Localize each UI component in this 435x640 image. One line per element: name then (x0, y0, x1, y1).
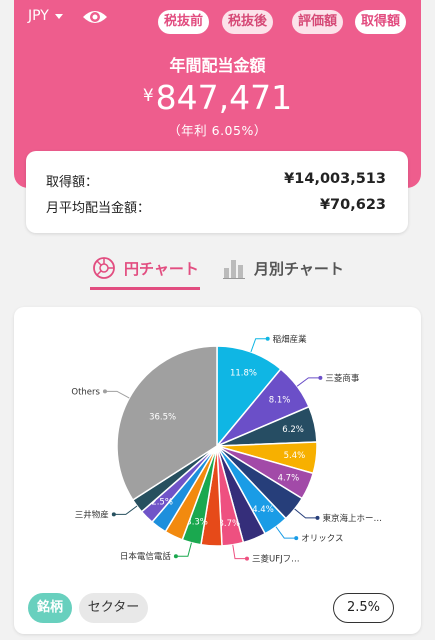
active-tab-underline (90, 287, 200, 290)
tab-monthly-chart[interactable]: 月別チャート (222, 256, 344, 280)
tab-pie-label: 円チャート (124, 259, 199, 278)
amount-value: 847,471 (155, 78, 293, 117)
annual-dividend-amount: ¥847,471 (0, 78, 435, 117)
info-card: 取得額： ¥14,003,513 月平均配当金額： ¥70,623 (26, 151, 408, 233)
chart-tabs: 円チャート 月別チャート (0, 256, 435, 296)
market-value-toggle[interactable]: 評価額 (292, 10, 344, 34)
stock-button[interactable]: 銘柄 (28, 593, 72, 623)
acquisition-row: 取得額： ¥14,003,513 (46, 171, 386, 190)
monthly-avg-value: ¥70,623 (319, 197, 386, 213)
post-tax-toggle[interactable]: 税抜後 (222, 10, 274, 34)
yen-symbol: ¥ (142, 86, 154, 106)
bar-chart-icon (223, 260, 245, 279)
annual-yield: （年利 6.05%） (168, 123, 267, 138)
eye-icon[interactable] (82, 8, 108, 26)
dropdown-caret-icon (54, 13, 63, 19)
monthly-avg-row: 月平均配当金額： ¥70,623 (46, 197, 386, 216)
threshold-button[interactable]: 2.5% (333, 593, 394, 623)
tab-pie-chart[interactable]: 円チャート (92, 256, 199, 280)
pie-chart-icon (93, 257, 115, 279)
pre-tax-toggle[interactable]: 税抜前 (158, 10, 210, 34)
annual-dividend-title: 年間配当金額 (169, 56, 266, 75)
chart-card (14, 307, 421, 634)
acquisition-value-toggle[interactable]: 取得額 (355, 10, 407, 34)
monthly-avg-label: 月平均配当金額： (46, 201, 151, 216)
currency-label: JPY (28, 8, 49, 24)
tab-monthly-label: 月別チャート (254, 259, 344, 278)
currency-selector[interactable]: JPY (28, 8, 63, 24)
sector-button[interactable]: セクター (79, 593, 148, 623)
acquisition-label: 取得額： (46, 175, 99, 190)
acquisition-value: ¥14,003,513 (284, 171, 386, 187)
